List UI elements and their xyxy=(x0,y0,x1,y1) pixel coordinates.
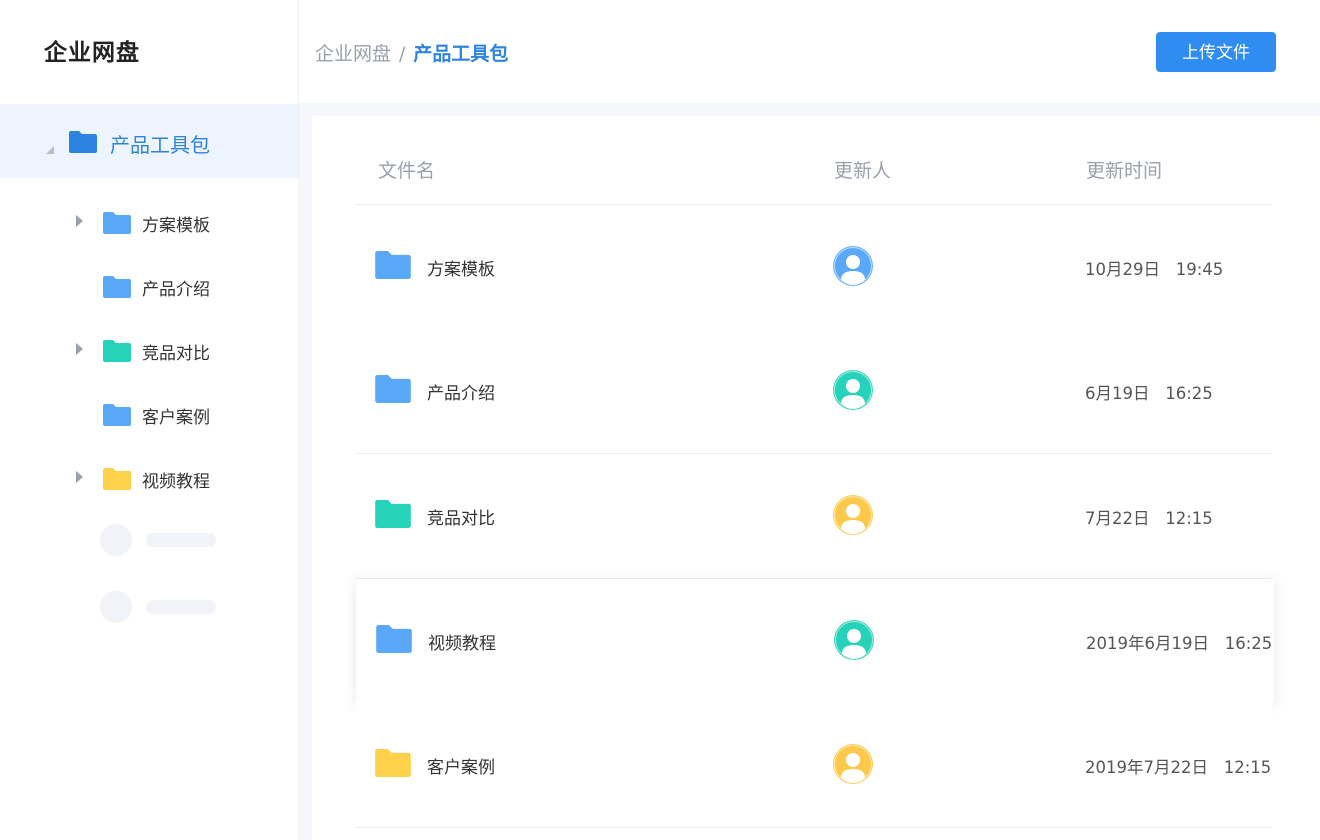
file-name[interactable]: 视频教程 xyxy=(428,629,496,654)
folder-icon xyxy=(375,251,411,279)
file-name[interactable]: 竞品对比 xyxy=(427,504,495,529)
folder-icon xyxy=(103,468,131,490)
table-row[interactable]: 客户案例 2019年7月22日 12:15 xyxy=(355,703,1272,828)
updated-time: 2019年7月22日 12:15 xyxy=(1085,758,1272,777)
folder-icon xyxy=(103,212,131,234)
breadcrumb-separator: / xyxy=(399,43,406,65)
updated-time: 10月29日 19:45 xyxy=(1085,260,1224,279)
sidebar-item[interactable]: 视频教程 xyxy=(0,458,298,498)
column-header-updater: 更新人 xyxy=(834,160,892,182)
folder-icon xyxy=(375,749,411,777)
loading-skeleton xyxy=(100,524,220,558)
column-header-updated-time: 更新时间 xyxy=(1086,160,1163,182)
sidebar-item[interactable]: 产品介绍 xyxy=(0,266,298,306)
sidebar-item[interactable]: 客户案例 xyxy=(0,394,298,434)
caret-down-icon[interactable] xyxy=(46,146,54,154)
file-name[interactable]: 产品介绍 xyxy=(427,379,495,404)
sidebar-item[interactable]: 竞品对比 xyxy=(0,330,298,370)
caret-right-icon[interactable] xyxy=(76,215,83,227)
avatar-user-icon xyxy=(833,246,873,286)
updated-time: 7月22日 12:15 xyxy=(1085,509,1213,528)
folder-icon xyxy=(103,340,131,362)
folder-icon xyxy=(69,131,97,153)
sidebar-item[interactable]: 方案模板 xyxy=(0,202,298,242)
sidebar-item-label: 视频教程 xyxy=(142,472,210,492)
table-row[interactable]: 视频教程 2019年6月19日 16:25 xyxy=(356,579,1274,703)
avatar-user-icon xyxy=(834,620,874,660)
avatar-user-icon xyxy=(833,495,873,535)
file-table: 文件名 更新人 更新时间 方案模板 10月29日 19:45 产品介绍 6月19日 1… xyxy=(312,116,1320,840)
sidebar-item-label: 方案模板 xyxy=(142,216,210,236)
sidebar-item-label: 竞品对比 xyxy=(142,344,210,364)
table-header: 文件名 更新人 更新时间 xyxy=(312,116,1320,204)
folder-icon xyxy=(376,625,412,653)
breadcrumb-root[interactable]: 企业网盘 xyxy=(315,43,391,65)
sidebar: 企业网盘 产品工具包 方案模板产品介绍竞品对比客户案例视频教程 xyxy=(0,0,299,840)
avatar-user-icon xyxy=(833,744,873,784)
table-row[interactable]: 产品介绍 6月19日 16:25 xyxy=(355,329,1272,454)
table-row[interactable]: 方案模板 10月29日 19:45 xyxy=(355,205,1272,330)
breadcrumb-current: 产品工具包 xyxy=(413,43,509,65)
updated-time: 2019年6月19日 16:25 xyxy=(1086,634,1273,653)
skeleton-bar xyxy=(146,533,216,547)
tree-root-product-toolkit[interactable]: 产品工具包 xyxy=(0,104,298,178)
folder-icon xyxy=(103,276,131,298)
topbar: 企业网盘 / 产品工具包 上传文件 xyxy=(299,0,1320,103)
table-row[interactable]: 竞品对比 7月22日 12:15 xyxy=(355,454,1272,579)
app-title: 企业网盘 xyxy=(44,40,140,66)
upload-file-button[interactable]: 上传文件 xyxy=(1156,32,1276,72)
folder-icon xyxy=(103,404,131,426)
column-header-filename: 文件名 xyxy=(378,160,436,182)
file-name[interactable]: 客户案例 xyxy=(427,753,495,778)
file-name[interactable]: 方案模板 xyxy=(427,255,495,280)
folder-icon xyxy=(375,375,411,403)
updated-time: 6月19日 16:25 xyxy=(1085,384,1213,403)
skeleton-bar xyxy=(146,600,216,614)
tree-root-label: 产品工具包 xyxy=(110,133,210,157)
folder-icon xyxy=(375,500,411,528)
caret-right-icon[interactable] xyxy=(76,343,83,355)
sidebar-item-label: 客户案例 xyxy=(142,408,210,428)
loading-skeleton xyxy=(100,591,220,625)
caret-right-icon[interactable] xyxy=(76,471,83,483)
skeleton-dot xyxy=(100,524,132,556)
skeleton-dot xyxy=(100,591,132,623)
breadcrumb: 企业网盘 / 产品工具包 xyxy=(315,39,508,66)
avatar-user-icon xyxy=(833,370,873,410)
sidebar-item-label: 产品介绍 xyxy=(142,280,210,300)
